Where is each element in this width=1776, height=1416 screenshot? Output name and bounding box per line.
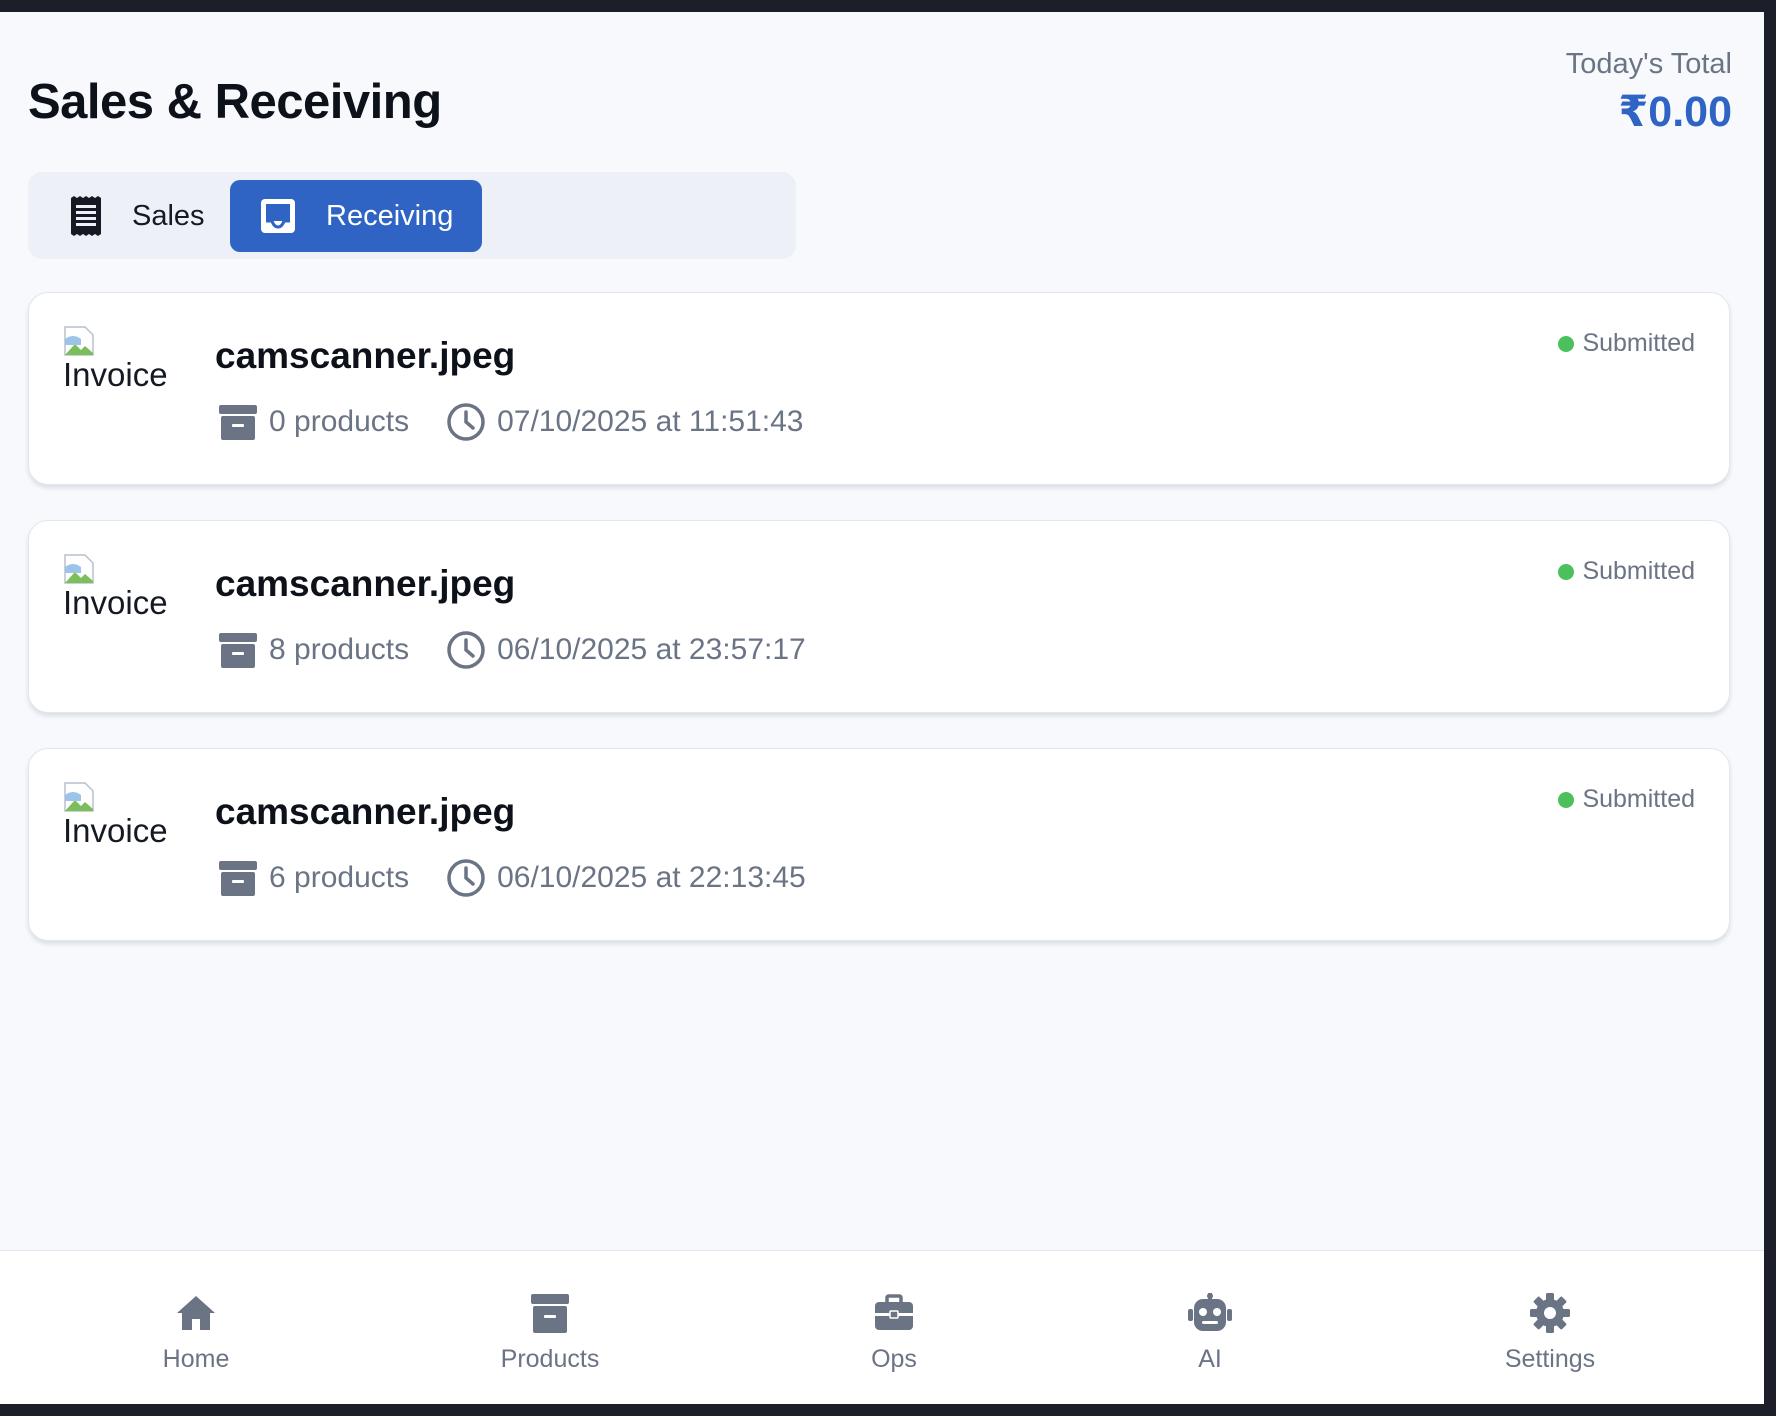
receipt-card[interactable]: Invoice camscanner.jpeg 6 products 06/10… bbox=[28, 748, 1730, 941]
invoice-alt-text: Invoice bbox=[63, 356, 168, 393]
todays-total: Today's Total ₹0.00 bbox=[1566, 48, 1732, 137]
receipt-filename: camscanner.jpeg bbox=[215, 563, 516, 604]
clock-icon bbox=[445, 401, 487, 443]
receipt-filename: camscanner.jpeg bbox=[215, 335, 516, 376]
bottom-nav: Home Products Ops AI Settings bbox=[0, 1250, 1764, 1404]
tab-receiving-label: Receiving bbox=[326, 199, 454, 232]
clock-icon bbox=[445, 857, 487, 899]
invoice-alt-text: Invoice bbox=[63, 584, 168, 621]
tab-bar: Sales Receiving bbox=[28, 172, 796, 259]
status-text: Submitted bbox=[1582, 785, 1695, 813]
home-icon bbox=[172, 1289, 220, 1337]
archive-icon bbox=[217, 401, 259, 443]
tab-receiving[interactable]: Receiving bbox=[230, 180, 482, 252]
status-text: Submitted bbox=[1582, 329, 1695, 357]
invoice-thumbnail: Invoice bbox=[63, 325, 193, 394]
receipt-meta: 8 products 06/10/2025 at 23:57:17 bbox=[217, 629, 806, 671]
invoice-thumbnail: Invoice bbox=[63, 781, 193, 850]
briefcase-icon bbox=[870, 1289, 918, 1337]
product-count: 6 products bbox=[269, 861, 410, 894]
nav-item-ops[interactable]: Ops bbox=[794, 1289, 994, 1374]
invoice-alt-text: Invoice bbox=[63, 812, 168, 849]
receipt-meta: 6 products 06/10/2025 at 22:13:45 bbox=[217, 857, 806, 899]
archive-icon bbox=[217, 857, 259, 899]
tab-sales-label: Sales bbox=[132, 199, 205, 232]
clock-icon bbox=[445, 629, 487, 671]
invoice-thumbnail: Invoice bbox=[63, 553, 193, 622]
robot-icon bbox=[1186, 1289, 1234, 1337]
inbox-icon bbox=[258, 196, 298, 236]
status-text: Submitted bbox=[1582, 557, 1695, 585]
status-dot bbox=[1558, 791, 1575, 808]
status-dot bbox=[1558, 563, 1575, 580]
nav-item-ai[interactable]: AI bbox=[1110, 1289, 1310, 1374]
nav-item-label: Ops bbox=[871, 1345, 917, 1373]
nav-item-label: Settings bbox=[1504, 1345, 1596, 1373]
nav-item-products[interactable]: Products bbox=[450, 1289, 650, 1374]
broken-image-icon bbox=[64, 554, 94, 584]
receipt-datetime: 07/10/2025 at 11:51:43 bbox=[497, 405, 804, 438]
todays-total-label: Today's Total bbox=[1565, 48, 1732, 80]
nav-item-label: Home bbox=[162, 1345, 230, 1373]
todays-total-value: ₹0.00 bbox=[1618, 88, 1732, 136]
receipt-meta: 0 products 07/10/2025 at 11:51:43 bbox=[217, 401, 803, 443]
nav-item-label: Products bbox=[500, 1345, 600, 1373]
receipt-datetime: 06/10/2025 at 22:13:45 bbox=[497, 861, 806, 894]
product-count: 8 products bbox=[269, 633, 410, 666]
broken-image-icon bbox=[64, 326, 94, 356]
archive-icon bbox=[217, 629, 259, 671]
status-badge: Submitted bbox=[1558, 557, 1695, 586]
nav-item-settings[interactable]: Settings bbox=[1450, 1289, 1650, 1374]
page-title: Sales & Receiving bbox=[28, 75, 442, 129]
tab-sales[interactable]: Sales bbox=[36, 180, 232, 252]
nav-item-label: AI bbox=[1198, 1345, 1222, 1373]
status-badge: Submitted bbox=[1558, 785, 1695, 814]
nav-item-home[interactable]: Home bbox=[96, 1289, 296, 1374]
receipt-filename: camscanner.jpeg bbox=[215, 791, 516, 832]
status-dot bbox=[1558, 335, 1575, 352]
status-badge: Submitted bbox=[1558, 329, 1695, 358]
receipt-card[interactable]: Invoice camscanner.jpeg 0 products 07/10… bbox=[28, 292, 1730, 485]
receipt-icon bbox=[66, 196, 106, 236]
archive-icon bbox=[526, 1289, 574, 1337]
app-window: Sales & Receiving Today's Total ₹0.00 Sa… bbox=[0, 12, 1764, 1404]
gear-icon bbox=[1526, 1289, 1574, 1337]
receipt-datetime: 06/10/2025 at 23:57:17 bbox=[497, 633, 806, 666]
broken-image-icon bbox=[64, 782, 94, 812]
receipt-card[interactable]: Invoice camscanner.jpeg 8 products 06/10… bbox=[28, 520, 1730, 713]
product-count: 0 products bbox=[269, 405, 410, 438]
